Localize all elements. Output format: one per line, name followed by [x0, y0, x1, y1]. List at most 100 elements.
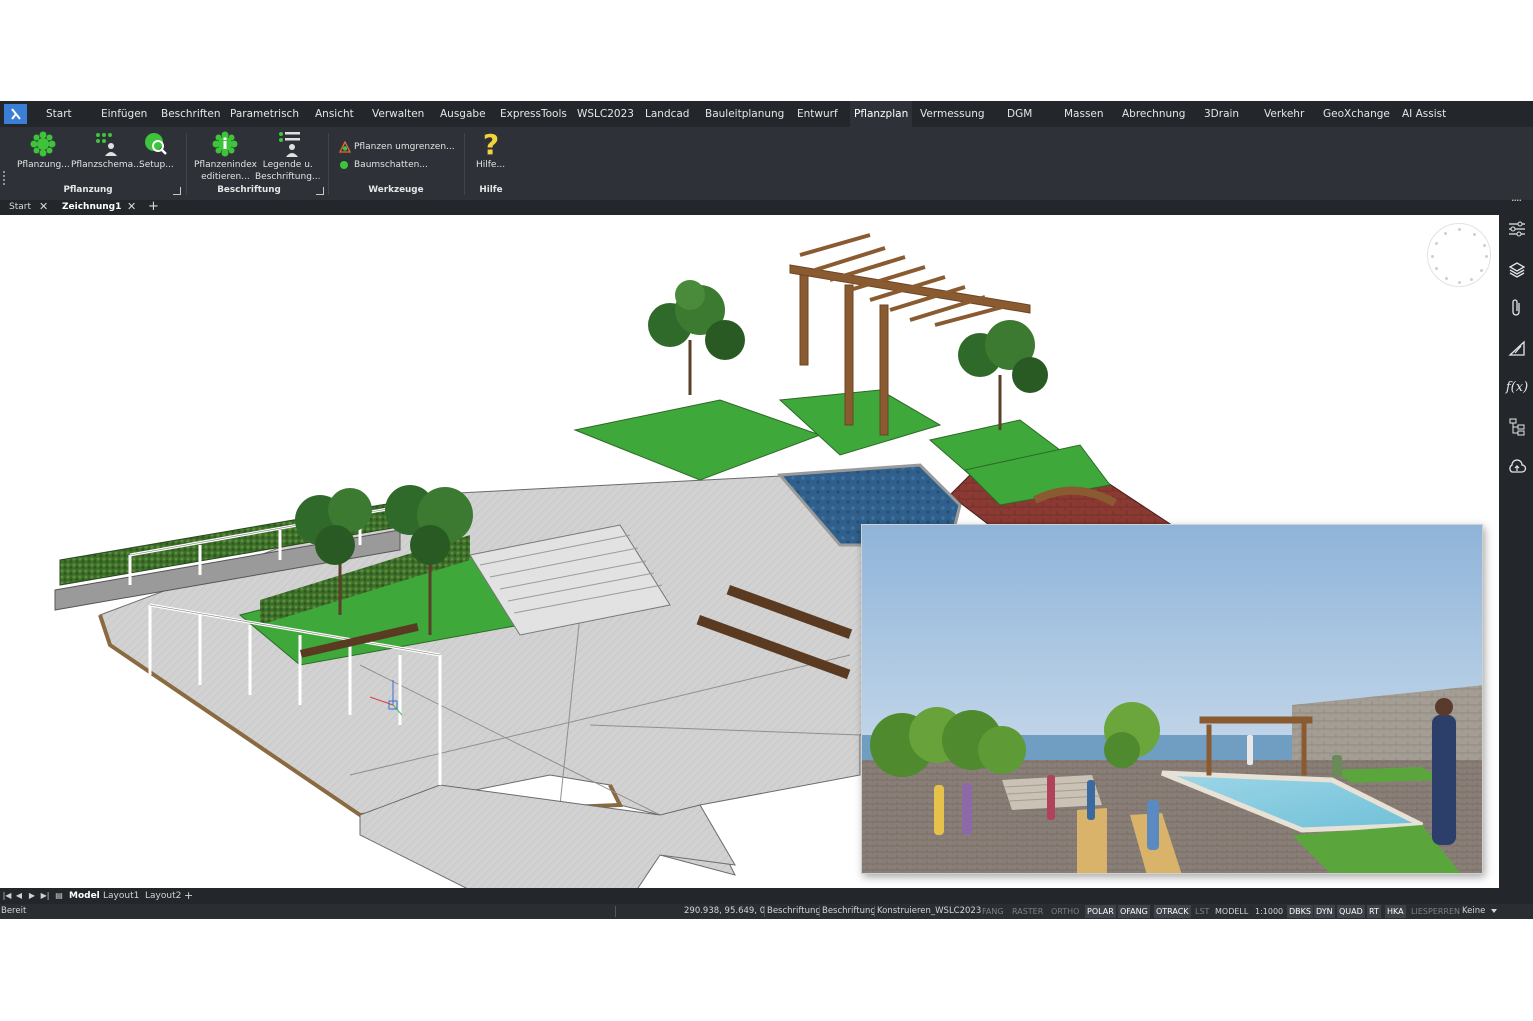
upper-lawn — [573, 399, 822, 481]
toggle-dbks[interactable]: DBKS — [1287, 905, 1313, 918]
tab-geoxchange[interactable]: GeoXchange — [1319, 101, 1394, 127]
tree-right — [958, 320, 1048, 430]
toggle-rt[interactable]: RT — [1367, 905, 1381, 918]
status-divider — [615, 906, 616, 917]
toggle-polar[interactable]: POLAR — [1085, 905, 1116, 918]
group-title-pflanzung: Pflanzung — [63, 185, 113, 195]
add-layout-plus-icon[interactable]: + — [184, 888, 193, 904]
toggle-lst[interactable]: LST — [1193, 905, 1211, 918]
pflanzenindex-button[interactable]: Pflanzenindex editieren... — [194, 130, 257, 183]
layout-list-icon[interactable]: ▤ — [54, 890, 64, 901]
layout-tab-model[interactable]: Model — [69, 888, 100, 904]
tab-ansicht[interactable]: Ansicht — [311, 101, 358, 127]
chevron-down-icon[interactable] — [1491, 909, 1497, 913]
tab-wslc2023[interactable]: WSLC2023 — [573, 101, 638, 127]
tree-shadow-icon — [339, 159, 351, 171]
app-logo-icon — [10, 108, 21, 120]
structure-tree-icon[interactable] — [1506, 416, 1528, 438]
status-bar: Bereit 290.938, 95.649, 0 Beschriftung B… — [0, 904, 1533, 919]
tab-verkehr[interactable]: Verkehr — [1260, 101, 1308, 127]
pflanzenindex-label-line2: editieren... — [201, 172, 250, 182]
tab-bauleitplanung[interactable]: Bauleitplanung — [701, 101, 788, 127]
doc-tab-zeichnung1[interactable]: Zeichnung1 — [62, 200, 121, 215]
tab-massen[interactable]: Massen — [1060, 101, 1108, 127]
status-selection-filter[interactable]: Keine — [1462, 904, 1485, 919]
ribbon-grip[interactable] — [3, 171, 5, 185]
document-tab-bar: Start ✕ Zeichnung1 ✕ + ···· — [0, 194, 1533, 215]
first-layout-icon[interactable]: |◀ — [2, 890, 12, 901]
tab-ai-assist[interactable]: AI Assist — [1398, 101, 1450, 127]
group-title-werkzeuge: Werkzeuge — [368, 185, 424, 195]
layout-tab-layout1[interactable]: Layout1 — [103, 888, 139, 904]
function-fx-icon[interactable]: f(x) — [1506, 376, 1528, 398]
baumschatten-button[interactable]: Baumschatten... — [339, 159, 428, 171]
legend-icon — [274, 130, 302, 158]
toggle-liesperren[interactable]: LIESPERREN — [1409, 905, 1462, 918]
tab-vermessung[interactable]: Vermessung — [916, 101, 989, 127]
tab-pflanzplan[interactable]: Pflanzplan — [850, 101, 913, 127]
tab-landcad[interactable]: Landcad — [641, 101, 693, 127]
toggle-hka[interactable]: HKA — [1385, 905, 1406, 918]
tab-entwurf[interactable]: Entwurf — [793, 101, 842, 127]
setup-magnifier-icon — [142, 130, 170, 158]
question-icon: ? — [477, 130, 505, 158]
status-divider — [764, 906, 765, 917]
tab-abrechnung[interactable]: Abrechnung — [1118, 101, 1189, 127]
pflanzung-button[interactable]: Pflanzung... — [17, 130, 70, 171]
pflanzenindex-label-line1: Pflanzenindex — [194, 160, 257, 170]
setup-button[interactable]: Setup... — [139, 130, 174, 171]
status-annotation-scale[interactable]: Beschriftung — [767, 904, 821, 919]
toggle-otrack[interactable]: OTRACK — [1154, 905, 1191, 918]
layers-icon[interactable] — [1506, 258, 1528, 280]
doc-tab-start[interactable]: Start — [9, 200, 31, 215]
legende-button[interactable]: Legende u. Beschriftung... — [255, 130, 321, 183]
tab-verwalten[interactable]: Verwalten — [368, 101, 428, 127]
plant-boundary-icon — [339, 141, 351, 153]
prev-layout-icon[interactable]: ◀ — [14, 890, 24, 901]
toggle-quad[interactable]: QUAD — [1337, 905, 1365, 918]
svg-text:?: ? — [482, 130, 498, 158]
drawing-tools-icon[interactable] — [1506, 337, 1528, 359]
attachment-icon[interactable] — [1506, 297, 1528, 319]
pflanzschema-label: Pflanzschema... — [71, 160, 142, 170]
status-workspace[interactable]: Konstruieren_WSLC2023 — [877, 904, 981, 919]
toggle-raster[interactable]: RASTER — [1010, 905, 1045, 918]
tree-center — [648, 280, 745, 395]
cloud-upload-icon[interactable] — [1506, 456, 1528, 478]
pflanzenindex-label: Pflanzenindex editieren... — [194, 159, 257, 183]
group-title-beschriftung: Beschriftung — [217, 185, 281, 195]
rendered-visualization-image — [861, 524, 1483, 874]
toggle-ofang[interactable]: OFANG — [1118, 905, 1150, 918]
tab-dgm[interactable]: DGM — [1003, 101, 1036, 127]
more-options-icon[interactable]: ···· — [1511, 194, 1522, 209]
tab-3drain[interactable]: 3Drain — [1200, 101, 1243, 127]
next-layout-icon[interactable]: ▶ — [27, 890, 37, 901]
close-icon[interactable]: ✕ — [39, 200, 48, 215]
toggle-dyn[interactable]: DYN — [1314, 905, 1335, 918]
close-icon[interactable]: ✕ — [127, 200, 136, 215]
beschriftung-dialog-launcher[interactable] — [316, 187, 324, 195]
pflanzen-umgrenzen-button[interactable]: Pflanzen umgrenzen... — [339, 141, 455, 153]
tab-einfuegen[interactable]: Einfügen — [97, 101, 151, 127]
properties-sliders-icon[interactable] — [1506, 218, 1528, 240]
application-menu-button[interactable] — [4, 104, 27, 124]
pflanzung-dialog-launcher[interactable] — [173, 187, 181, 195]
toggle-fang[interactable]: FANG — [980, 905, 1006, 918]
toggle-modell[interactable]: MODELL — [1213, 905, 1250, 918]
hilfe-button[interactable]: ? Hilfe... — [476, 130, 505, 171]
tab-beschriften[interactable]: Beschriften — [157, 101, 225, 127]
tab-expresstools[interactable]: ExpressTools — [496, 101, 571, 127]
tab-start[interactable]: Start — [42, 101, 76, 127]
view-navigation-compass[interactable] — [1427, 223, 1491, 287]
legende-label-line1: Legende u. — [262, 160, 313, 170]
tab-ausgabe[interactable]: Ausgabe — [436, 101, 490, 127]
tab-parametrisch[interactable]: Parametrisch — [226, 101, 303, 127]
status-annotation-style[interactable]: Beschriftung — [822, 904, 876, 919]
layout-tab-layout2[interactable]: Layout2 — [145, 888, 181, 904]
new-tab-plus-icon[interactable]: + — [148, 200, 159, 215]
last-layout-icon[interactable]: ▶| — [40, 890, 50, 901]
toggle-ortho[interactable]: ORTHO — [1049, 905, 1081, 918]
hilfe-label: Hilfe... — [476, 160, 506, 170]
toggle-scale[interactable]: 1:1000 — [1253, 905, 1285, 918]
pflanzschema-button[interactable]: Pflanzschema... — [71, 130, 142, 171]
